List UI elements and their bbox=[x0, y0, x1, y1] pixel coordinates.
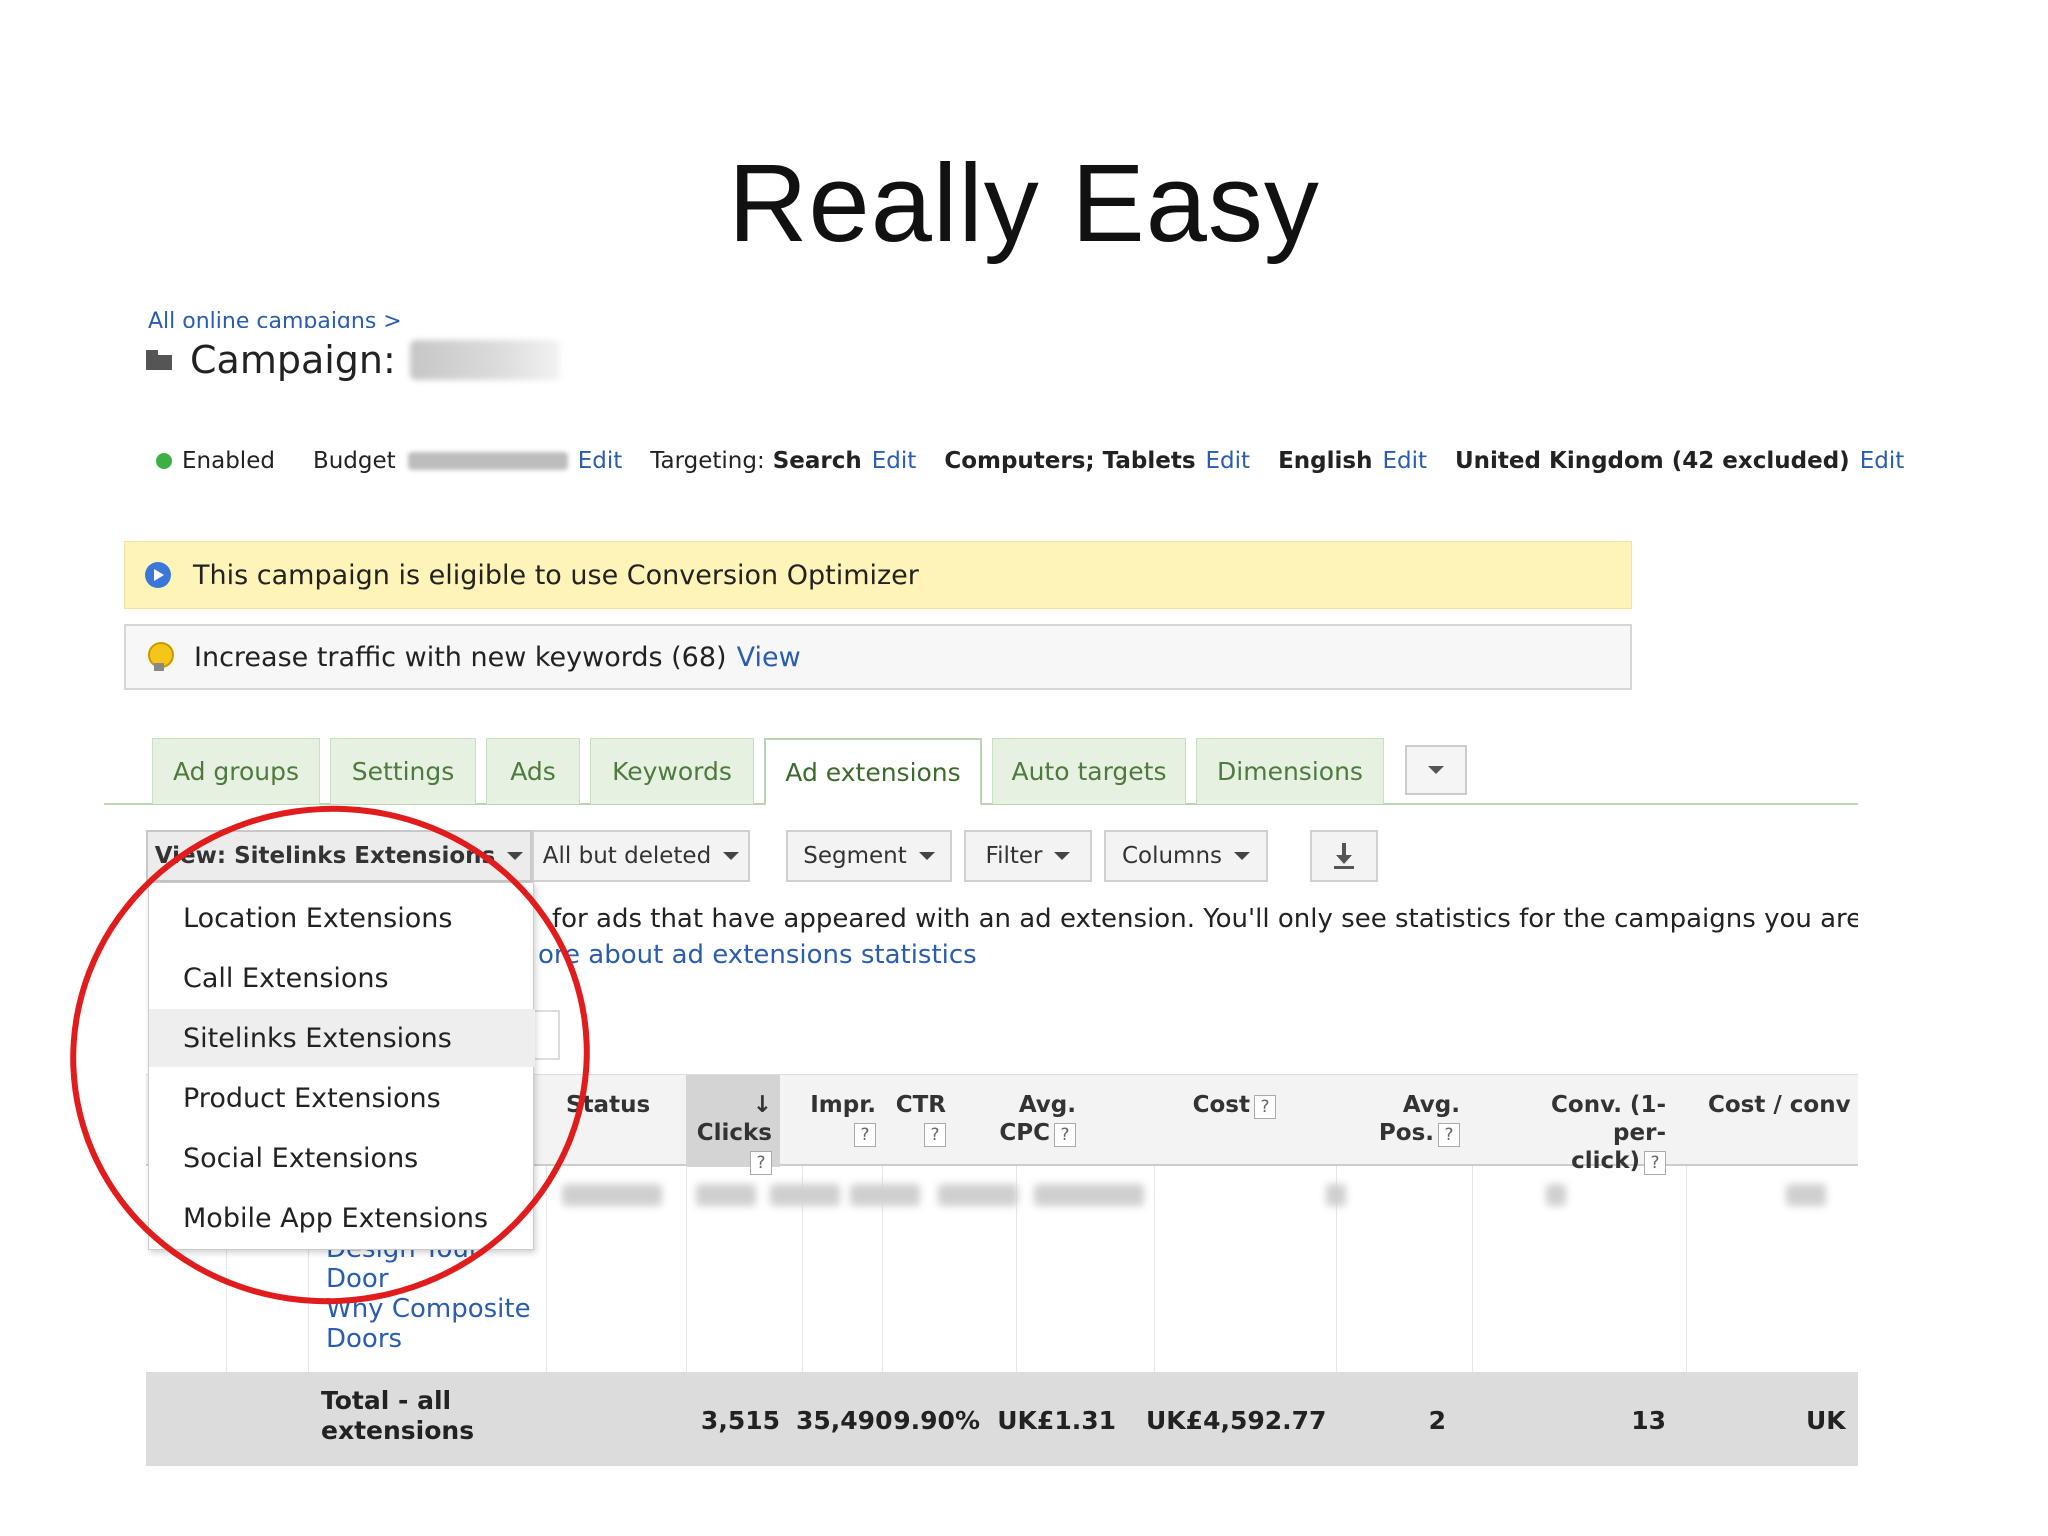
total-clicks: 3,515 bbox=[700, 1406, 780, 1435]
status-enabled-icon bbox=[156, 453, 172, 469]
segment-label: Segment bbox=[803, 843, 907, 869]
chevron-down-icon bbox=[918, 852, 935, 860]
sitelink-text[interactable]: Doors bbox=[326, 1324, 531, 1354]
optimizer-notice-text: This campaign is eligible to use Convers… bbox=[193, 559, 919, 591]
total-impr: 35,490 bbox=[796, 1406, 893, 1435]
tab-dimensions[interactable]: Dimensions bbox=[1196, 738, 1384, 804]
columns-button[interactable]: Columns bbox=[1104, 830, 1268, 882]
statistics-learn-more-link[interactable]: ore about ad extensions statistics bbox=[538, 940, 977, 970]
column-header-cost[interactable]: Cost? bbox=[1156, 1091, 1276, 1119]
help-icon[interactable]: ? bbox=[750, 1151, 772, 1175]
column-header-clicks[interactable]: ↓ Clicks ? bbox=[686, 1075, 780, 1175]
sitelink-text[interactable]: Why Composite bbox=[326, 1294, 531, 1324]
keyword-view-link[interactable]: View bbox=[737, 642, 801, 673]
columns-label: Columns bbox=[1121, 843, 1223, 869]
adwords-screenshot: All online campaigns > Campaign: Enabled… bbox=[0, 0, 2048, 1536]
statistics-info-text: for ads that have appeared with an ad ex… bbox=[552, 904, 1858, 934]
tab-keywords[interactable]: Keywords bbox=[590, 738, 754, 804]
menu-item-call-extensions[interactable]: Call Extensions bbox=[149, 949, 535, 1007]
sitelink-list: Design Your Door Why Composite Doors bbox=[326, 1234, 531, 1354]
tab-settings[interactable]: Settings bbox=[330, 738, 476, 804]
chevron-down-icon bbox=[507, 852, 524, 860]
targeting-edit-link[interactable]: Edit bbox=[872, 448, 917, 474]
menu-item-location-extensions[interactable]: Location Extensions bbox=[149, 889, 535, 947]
devices-value: Computers; Tablets bbox=[944, 448, 1196, 474]
menu-item-product-extensions[interactable]: Product Extensions bbox=[149, 1069, 535, 1127]
targeting-label: Targeting: bbox=[650, 448, 765, 474]
sitelink-text[interactable]: Door bbox=[326, 1264, 531, 1294]
column-header-avg-pos[interactable]: Avg. Pos.? bbox=[1356, 1091, 1460, 1147]
tab-ads[interactable]: Ads bbox=[486, 738, 580, 804]
location-edit-link[interactable]: Edit bbox=[1860, 448, 1905, 474]
table-row-redacted bbox=[546, 1174, 1858, 1214]
campaign-header: Campaign: bbox=[146, 338, 560, 382]
total-label: Total - all extensions bbox=[321, 1386, 475, 1445]
chevron-down-icon bbox=[1428, 766, 1444, 774]
more-tabs-button[interactable] bbox=[1405, 745, 1467, 795]
status-text: Enabled bbox=[182, 448, 275, 474]
download-button[interactable] bbox=[1310, 830, 1378, 882]
help-icon[interactable]: ? bbox=[1254, 1095, 1276, 1119]
view-selector-label: View: Sitelinks Extensions bbox=[154, 843, 496, 869]
location-value: United Kingdom (42 excluded) bbox=[1455, 448, 1850, 474]
total-avg-pos: 2 bbox=[1428, 1406, 1446, 1435]
menu-item-mobile-app-extensions[interactable]: Mobile App Extensions bbox=[149, 1189, 535, 1247]
language-value: English bbox=[1278, 448, 1373, 474]
help-icon[interactable]: ? bbox=[1644, 1151, 1666, 1175]
breadcrumb[interactable]: All online campaigns > bbox=[148, 302, 402, 328]
total-cost: UK£4,592.77 bbox=[1146, 1406, 1327, 1435]
column-header-cost-conv[interactable]: Cost / conv bbox=[1708, 1091, 1858, 1119]
budget-value-redacted bbox=[407, 452, 568, 470]
download-icon bbox=[1334, 843, 1354, 869]
info-arrow-icon bbox=[145, 562, 171, 588]
keyword-notice-text: Increase traffic with new keywords (68) bbox=[194, 641, 727, 673]
status-filter-button[interactable]: All but deleted bbox=[532, 830, 750, 882]
devices-edit-link[interactable]: Edit bbox=[1206, 448, 1251, 474]
column-header-conv[interactable]: Conv. (1-per- click)? bbox=[1506, 1091, 1666, 1175]
total-avg-cpc: UK£1.31 bbox=[997, 1406, 1116, 1435]
menu-item-social-extensions[interactable]: Social Extensions bbox=[149, 1129, 535, 1187]
column-header-impr[interactable]: Impr. ? bbox=[796, 1091, 876, 1147]
tab-ad-extensions[interactable]: Ad extensions bbox=[764, 738, 982, 806]
tab-ad-groups[interactable]: Ad groups bbox=[152, 738, 320, 804]
campaign-label: Campaign: bbox=[190, 338, 396, 382]
total-ctr: 9.90% bbox=[893, 1406, 980, 1435]
chevron-down-icon bbox=[1054, 852, 1071, 860]
total-conv: 13 bbox=[1631, 1406, 1666, 1435]
table-total-row: Total - all extensions 3,515 35,490 9.90… bbox=[146, 1372, 1858, 1466]
budget-label: Budget bbox=[312, 448, 396, 474]
column-header-status[interactable]: Status bbox=[566, 1091, 650, 1119]
column-header-avg-cpc[interactable]: Avg. CPC? bbox=[986, 1091, 1076, 1147]
help-icon[interactable]: ? bbox=[1054, 1123, 1076, 1147]
tab-auto-targets[interactable]: Auto targets bbox=[992, 738, 1186, 804]
lightbulb-icon bbox=[146, 642, 174, 672]
view-dropdown-menu: Location Extensions Call Extensions Site… bbox=[148, 882, 535, 1250]
segment-button[interactable]: Segment bbox=[786, 830, 952, 882]
campaign-status-bar: Enabled Budget Edit Targeting: Search Ed… bbox=[156, 448, 1904, 474]
total-cost-conv: UK bbox=[1806, 1406, 1846, 1435]
conversion-optimizer-notice: This campaign is eligible to use Convers… bbox=[124, 541, 1632, 609]
chevron-down-icon bbox=[1234, 852, 1251, 860]
chevron-down-icon bbox=[723, 852, 740, 860]
help-icon[interactable]: ? bbox=[924, 1123, 946, 1147]
column-header-ctr[interactable]: CTR ? bbox=[886, 1091, 946, 1147]
status-filter-label: All but deleted bbox=[542, 843, 712, 869]
budget-edit-link[interactable]: Edit bbox=[578, 448, 623, 474]
menu-item-sitelinks-extensions[interactable]: Sitelinks Extensions bbox=[149, 1009, 535, 1067]
filter-label: Filter bbox=[985, 843, 1043, 869]
folder-icon bbox=[146, 350, 172, 370]
help-icon[interactable]: ? bbox=[1438, 1123, 1460, 1147]
view-selector-button[interactable]: View: Sitelinks Extensions bbox=[146, 830, 532, 882]
filter-button[interactable]: Filter bbox=[964, 830, 1092, 882]
language-edit-link[interactable]: Edit bbox=[1382, 448, 1427, 474]
targeting-value: Search bbox=[772, 448, 862, 474]
help-icon[interactable]: ? bbox=[854, 1123, 876, 1147]
campaign-name-redacted bbox=[409, 340, 560, 380]
keyword-suggestion-notice: Increase traffic with new keywords (68) … bbox=[124, 624, 1632, 690]
